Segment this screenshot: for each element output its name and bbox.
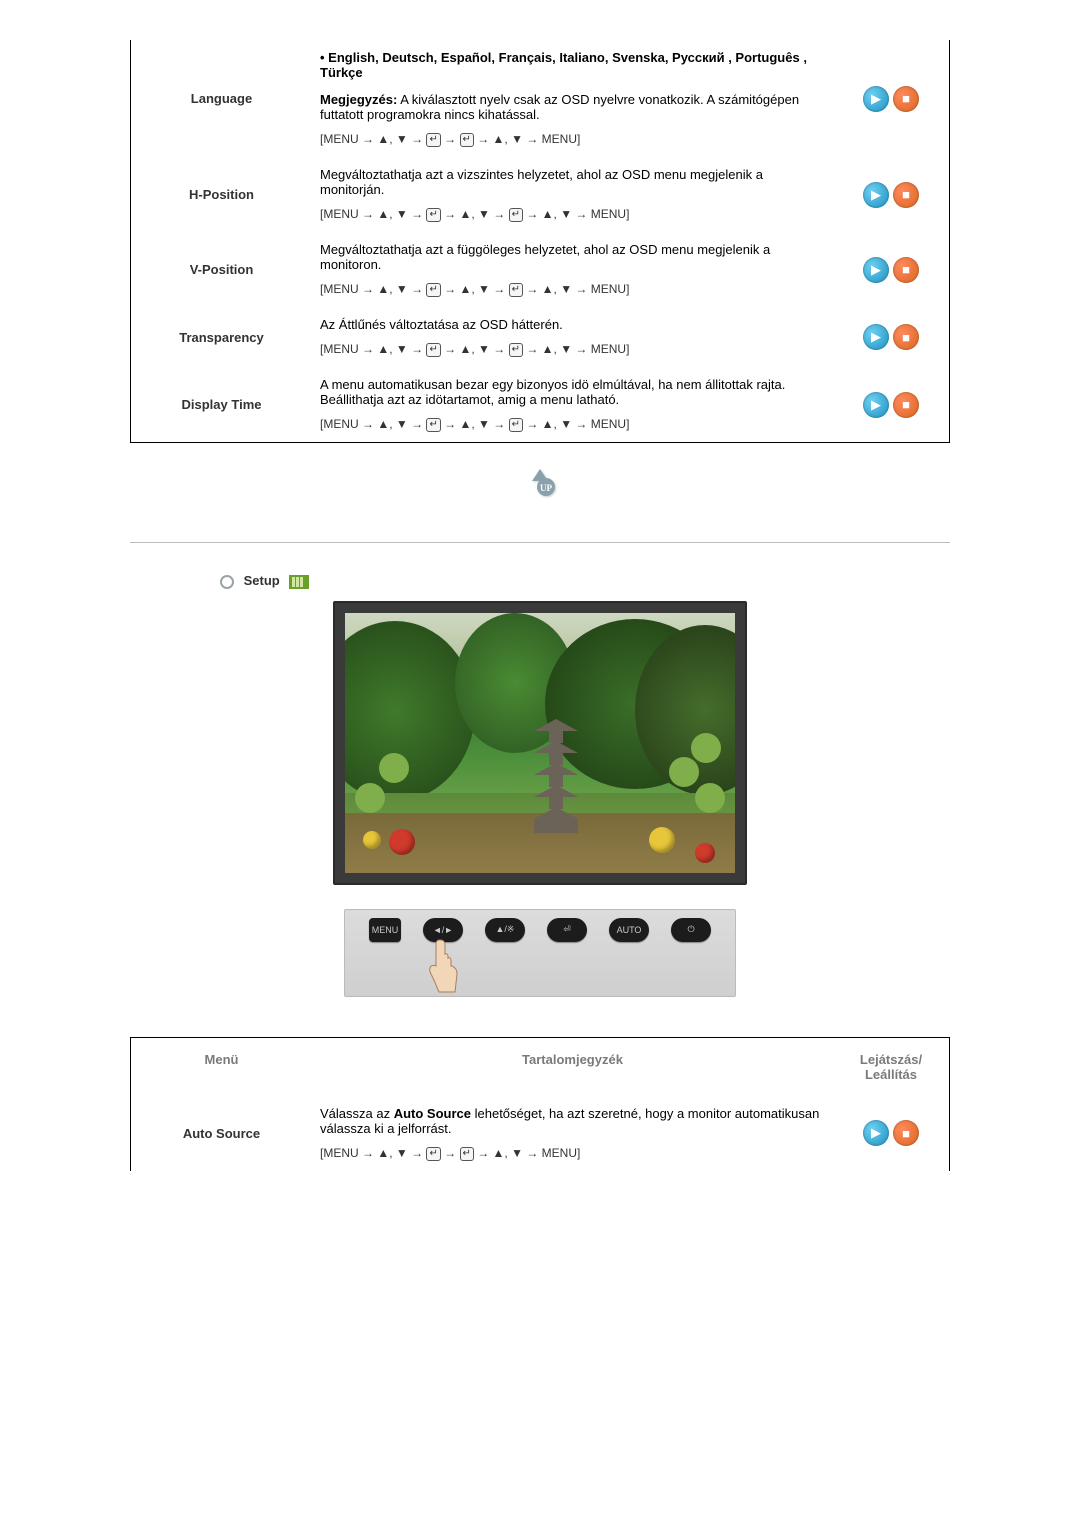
row-hposition-label: H-Position: [131, 157, 313, 232]
play-icon[interactable]: ▶: [863, 324, 889, 350]
setup-heading: Setup: [130, 573, 950, 589]
setup-tag-icon: [289, 575, 309, 589]
nav-path-autosource: [MENU → ▲, ▼ → ↵ → ↵ → ▲, ▼ → MENU]: [320, 1146, 825, 1161]
hw-btn-enter[interactable]: ⏎: [547, 918, 587, 942]
monitor-buttons-panel: MENU ◄/► ▲/※ ⏎ AUTO ⏻: [344, 909, 736, 997]
row-displaytime-label: Display Time: [131, 367, 313, 443]
stop-icon[interactable]: ■: [893, 182, 919, 208]
stop-icon[interactable]: ■: [893, 392, 919, 418]
autosource-text-bold: Auto Source: [394, 1106, 471, 1121]
nav-path-vposition: [MENU → ▲, ▼ → ↵ → ▲, ▼ → ↵ → ▲, ▼ → MEN…: [320, 282, 825, 297]
stop-icon[interactable]: ■: [893, 1120, 919, 1146]
hposition-text: Megváltoztathatja azt a vizszintes helyz…: [320, 167, 825, 197]
play-icon[interactable]: ▶: [863, 257, 889, 283]
vposition-text: Megváltoztathatja azt a függöleges helyz…: [320, 242, 825, 272]
hw-btn-updown[interactable]: ▲/※: [485, 918, 525, 942]
row-vposition-content: Megváltoztathatja azt a függöleges helyz…: [312, 232, 833, 307]
play-icon[interactable]: ▶: [863, 392, 889, 418]
setup-table: Menü Tartalomjegyzék Lejátszás/ Leállítá…: [130, 1037, 950, 1171]
play-stop-group: ▶ ■: [863, 257, 919, 283]
col-header-content: Tartalomjegyzék: [312, 1037, 833, 1096]
nav-path-transparency: [MENU → ▲, ▼ → ↵ → ▲, ▼ → ↵ → ▲, ▼ → MEN…: [320, 342, 825, 357]
preview-screen: [333, 601, 747, 885]
play-stop-group: ▶ ■: [863, 1120, 919, 1146]
language-options: English, Deutsch, Español, Français, Ita…: [320, 50, 825, 80]
row-language-label: Language: [131, 40, 313, 157]
autosource-text-pre: Válassza az: [320, 1106, 394, 1121]
nav-path-displaytime: [MENU → ▲, ▼ → ↵ → ▲, ▼ → ↵ → ▲, ▼ → MEN…: [320, 417, 825, 432]
nav-path-hposition: [MENU → ▲, ▼ → ↵ → ▲, ▼ → ↵ → ▲, ▼ → MEN…: [320, 207, 825, 222]
stop-icon[interactable]: ■: [893, 257, 919, 283]
hw-btn-auto[interactable]: AUTO: [609, 918, 649, 942]
osd-menu-table: Language English, Deutsch, Español, Fran…: [130, 40, 950, 443]
svg-text:UP: UP: [540, 483, 552, 493]
play-icon[interactable]: ▶: [863, 86, 889, 112]
play-stop-group: ▶ ■: [863, 86, 919, 112]
setup-title: Setup: [244, 573, 280, 588]
hw-btn-menu[interactable]: MENU: [369, 918, 401, 942]
play-icon[interactable]: ▶: [863, 1120, 889, 1146]
row-displaytime-content: A menu automatikusan bezar egy bizonyos …: [312, 367, 833, 443]
row-transparency-label: Transparency: [131, 307, 313, 367]
nav-path-language: [MENU → ▲, ▼ → ↵ → ↵ → ▲, ▼ → MENU]: [320, 132, 825, 147]
displaytime-text: A menu automatikusan bezar egy bizonyos …: [320, 377, 825, 407]
row-hposition-content: Megváltoztathatja azt a vizszintes helyz…: [312, 157, 833, 232]
row-transparency-content: Az Áttlűnés változtatása az OSD hátterén…: [312, 307, 833, 367]
section-divider: [130, 542, 950, 543]
note-label: Megjegyzés:: [320, 92, 397, 107]
bullet-icon: [220, 575, 234, 589]
row-vposition-label: V-Position: [131, 232, 313, 307]
play-icon[interactable]: ▶: [863, 182, 889, 208]
play-stop-group: ▶ ■: [863, 392, 919, 418]
play-stop-group: ▶ ■: [863, 182, 919, 208]
stop-icon[interactable]: ■: [893, 86, 919, 112]
up-link[interactable]: UP: [130, 463, 950, 502]
row-autosource-label: Auto Source: [131, 1096, 313, 1171]
hw-btn-power[interactable]: ⏻: [671, 918, 711, 942]
col-header-play: Lejátszás/ Leállítás: [833, 1037, 950, 1096]
transparency-text: Az Áttlűnés változtatása az OSD hátterén…: [320, 317, 825, 332]
pointing-hand-icon: [421, 938, 461, 998]
play-stop-group: ▶ ■: [863, 324, 919, 350]
row-language-content: English, Deutsch, Español, Français, Ita…: [312, 40, 833, 157]
row-autosource-content: Válassza az Auto Source lehetőséget, ha …: [312, 1096, 833, 1171]
stop-icon[interactable]: ■: [893, 324, 919, 350]
col-header-menu: Menü: [131, 1037, 313, 1096]
